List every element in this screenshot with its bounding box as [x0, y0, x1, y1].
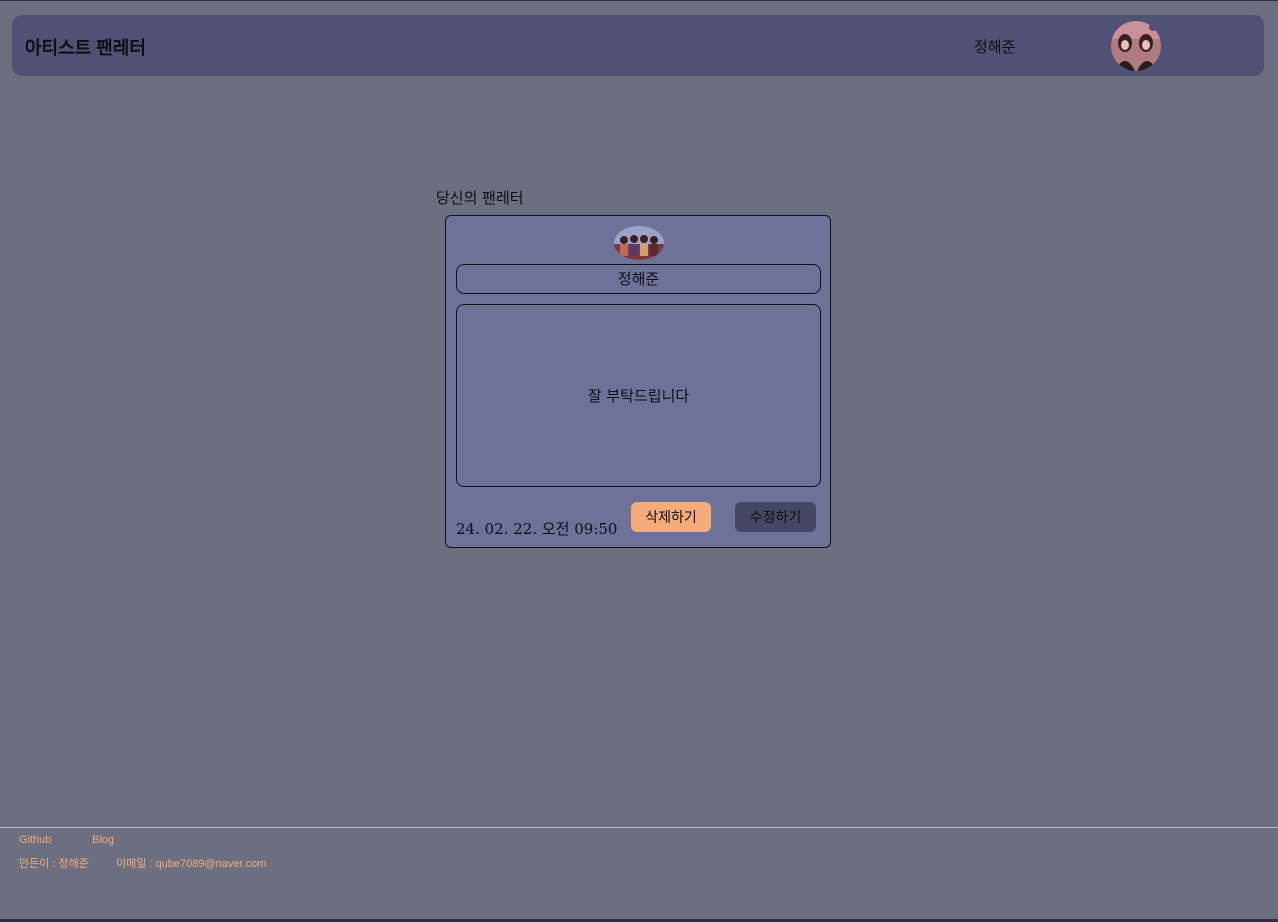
profile-photo-icon	[1111, 21, 1161, 71]
fan-letter-card: 정해준 잘 부탁드립니다 24. 02. 22. 오전 09:50 삭제하기 수…	[445, 215, 831, 548]
footer-blog-link[interactable]: Blog	[92, 834, 114, 846]
letter-content: 잘 부탁드립니다	[456, 304, 821, 487]
profile-photo-icon	[614, 226, 664, 260]
delete-button[interactable]: 삭제하기	[631, 502, 711, 532]
header-user-name: 정해준	[974, 38, 1016, 56]
letter-date: 24. 02. 22. 오전 09:50	[456, 520, 618, 538]
letter-avatar	[614, 226, 664, 260]
footer: Github Blog 만든이 : 정해준 이메일 : qube7089@nav…	[0, 827, 1278, 922]
edit-button[interactable]: 수정하기	[735, 502, 816, 532]
footer-maker: 만든이 : 정해준	[19, 858, 89, 870]
top-header: 아티스트 팬레터 정해준	[12, 15, 1264, 76]
footer-email: 이메일 : qube7089@naver.com	[116, 858, 267, 870]
app-title[interactable]: 아티스트 팬레터	[25, 34, 146, 60]
letter-nickname: 정해준	[456, 264, 821, 294]
page: 아티스트 팬레터 정해준 당신의 팬레터 정해준 잘 부탁드립니다 24. 02…	[0, 0, 1278, 922]
header-avatar[interactable]	[1111, 21, 1161, 71]
letter-content-text: 잘 부탁드립니다	[587, 387, 690, 405]
section-title: 당신의 팬레터	[436, 189, 524, 207]
footer-github-link[interactable]: Github	[19, 834, 51, 846]
